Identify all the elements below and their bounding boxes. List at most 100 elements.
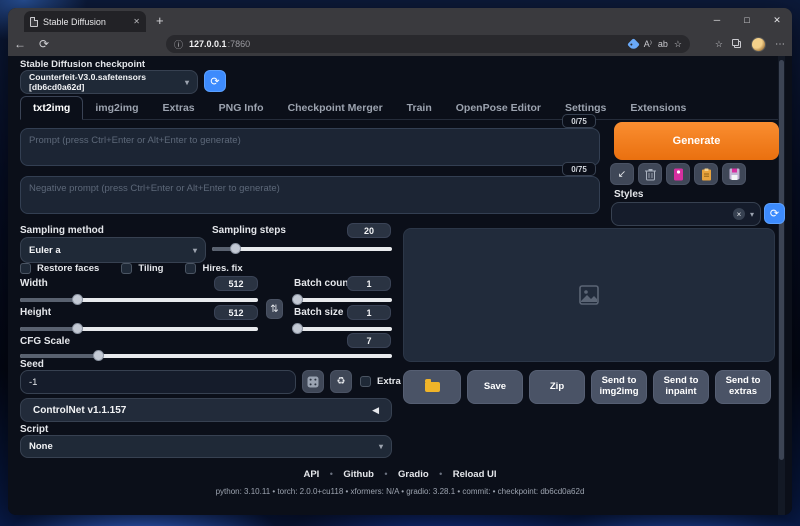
close-tab-icon[interactable]: ✕ (133, 17, 140, 26)
styles-input[interactable] (618, 209, 733, 219)
script-value: None (29, 441, 53, 452)
collections-star-icon[interactable]: ☆ (715, 39, 723, 50)
github-link[interactable]: Github (343, 469, 374, 480)
main-tabs: txt2img img2img Extras PNG Info Checkpoi… (20, 96, 778, 120)
close-window-button[interactable]: ✕ (762, 8, 792, 32)
hires-fix-checkbox[interactable]: Hires. fix (185, 263, 243, 274)
gradio-link[interactable]: Gradio (398, 469, 429, 480)
reuse-seed-button[interactable]: ♻ (330, 370, 352, 393)
maximize-button[interactable]: □ (732, 8, 762, 32)
swap-dimensions-button[interactable]: ⇅ (266, 299, 283, 319)
sampling-method-dropdown[interactable]: Euler a ▾ (20, 237, 206, 263)
scrollbar-thumb[interactable] (779, 60, 784, 460)
zip-button[interactable]: Zip (529, 370, 585, 404)
checkpoint-value: Counterfeit-V3.0.safetensors [db6cd0a62d… (29, 72, 147, 92)
prompt-input[interactable] (20, 128, 600, 166)
reload-ui-link[interactable]: Reload UI (453, 469, 497, 480)
tab-openpose-editor[interactable]: OpenPose Editor (444, 97, 553, 119)
random-seed-button[interactable] (302, 370, 324, 393)
negative-prompt-input[interactable] (20, 176, 600, 214)
profile-avatar[interactable] (751, 36, 766, 52)
browser-menu-icon[interactable]: ⋯ (775, 39, 786, 50)
sampling-steps-label: Sampling steps (212, 225, 286, 236)
option-checkboxes: Restore faces Tiling Hires. fix (20, 263, 243, 274)
tab-png-info[interactable]: PNG Info (207, 97, 276, 119)
extra-seed-checkbox[interactable]: Extra (360, 376, 401, 387)
chevron-down-icon: ▾ (378, 442, 383, 451)
address-bar[interactable]: ⓘ 127.0.0.1 :7860 A⁾ ab ☆ (166, 35, 690, 53)
width-value[interactable]: 512 (214, 276, 258, 291)
prompt-token-counter: 0/75 (562, 114, 596, 128)
width-slider[interactable] (20, 293, 258, 305)
page-favicon-icon (30, 16, 38, 27)
url-host: 127.0.0.1 (189, 39, 227, 49)
favorites-star-icon[interactable]: ☆ (674, 39, 682, 50)
save-button[interactable]: Save (467, 370, 523, 404)
tab-checkpoint-merger[interactable]: Checkpoint Merger (276, 97, 395, 119)
checkpoint-dropdown[interactable]: Counterfeit-V3.0.safetensors [db6cd0a62d… (20, 70, 198, 94)
browser-tab[interactable]: Stable Diffusion ✕ (24, 11, 146, 32)
new-tab-button[interactable]: + (156, 12, 164, 30)
output-actions: Save Zip Send to img2img Send to inpaint… (403, 370, 775, 404)
tab-groups-icon[interactable] (732, 39, 742, 49)
browser-toolbar: ← ⟳ ⓘ 127.0.0.1 :7860 A⁾ ab ☆ ☆ ⋯ (8, 32, 792, 56)
api-link[interactable]: API (303, 469, 319, 480)
batch-count-value[interactable]: 1 (347, 276, 391, 291)
tab-txt2img[interactable]: txt2img (20, 96, 84, 120)
height-value[interactable]: 512 (214, 305, 258, 320)
checkbox-icon[interactable] (185, 263, 197, 274)
tab-extensions[interactable]: Extensions (618, 97, 698, 119)
chevron-down-icon: ▾ (192, 245, 197, 255)
generate-button[interactable]: Generate (614, 122, 779, 160)
open-folder-button[interactable] (403, 370, 461, 404)
checkbox-icon[interactable] (360, 376, 371, 387)
paste-params-button[interactable]: ↙ (610, 163, 634, 185)
styles-dropdown[interactable]: × ▾ (611, 202, 761, 226)
shopping-icon[interactable] (626, 37, 640, 51)
tab-train[interactable]: Train (395, 97, 444, 119)
chevron-down-icon: ▾ (184, 77, 189, 87)
tab-extras[interactable]: Extras (151, 97, 207, 119)
checkbox-icon[interactable] (20, 263, 31, 274)
checkbox-icon[interactable] (121, 263, 133, 274)
cfg-scale-value[interactable]: 7 (347, 333, 391, 348)
paste-arrow-icon: ↙ (617, 168, 627, 180)
send-to-inpaint-button[interactable]: Send to inpaint (653, 370, 709, 404)
site-info-icon[interactable]: ⓘ (174, 38, 183, 51)
restore-faces-checkbox[interactable]: Restore faces (20, 263, 99, 274)
send-to-img2img-button[interactable]: Send to img2img (591, 370, 647, 404)
checkpoint-label: Stable Diffusion checkpoint (20, 59, 146, 70)
extra-networks-button[interactable] (666, 163, 690, 185)
trash-icon (644, 168, 656, 180)
batch-count-slider[interactable] (291, 293, 392, 305)
browser-tab-strip: Stable Diffusion ✕ + ─ □ ✕ (8, 8, 792, 32)
refresh-checkpoints-button[interactable]: ⟳ (204, 70, 226, 92)
script-dropdown[interactable]: None ▾ (20, 435, 392, 458)
send-to-extras-button[interactable]: Send to extras (715, 370, 771, 404)
batch-size-value[interactable]: 1 (347, 305, 391, 320)
browser-window: Stable Diffusion ✕ + ─ □ ✕ ← ⟳ ⓘ 127.0.0… (8, 8, 792, 515)
translate-icon[interactable]: ab (658, 39, 668, 49)
save-style-button[interactable] (722, 163, 746, 185)
restore-faces-label: Restore faces (37, 263, 100, 274)
apply-style-button[interactable] (694, 163, 718, 185)
clear-styles-icon[interactable]: × (732, 208, 745, 220)
read-aloud-icon[interactable]: A⁾ (644, 39, 652, 50)
cfg-scale-slider[interactable] (20, 349, 392, 361)
refresh-styles-button[interactable]: ⟳ (764, 203, 785, 224)
minimize-button[interactable]: ─ (702, 8, 732, 32)
output-gallery[interactable] (403, 228, 775, 362)
tab-img2img[interactable]: img2img (83, 97, 150, 119)
clear-prompt-button[interactable] (638, 163, 662, 185)
sampling-steps-slider[interactable] (212, 242, 392, 254)
seed-input[interactable] (20, 370, 296, 394)
controlnet-accordion[interactable]: ControlNet v1.1.157 ◀ (20, 398, 392, 422)
sampling-steps-value[interactable]: 20 (347, 223, 391, 238)
extra-seed-label: Extra (377, 376, 401, 387)
reload-icon[interactable]: ⟳ (32, 37, 56, 51)
tiling-checkbox[interactable]: Tiling (121, 263, 163, 274)
page-scrollbar[interactable] (778, 56, 785, 515)
back-icon[interactable]: ← (8, 37, 32, 51)
height-slider[interactable] (20, 322, 258, 334)
cfg-scale-label: CFG Scale (20, 336, 71, 347)
